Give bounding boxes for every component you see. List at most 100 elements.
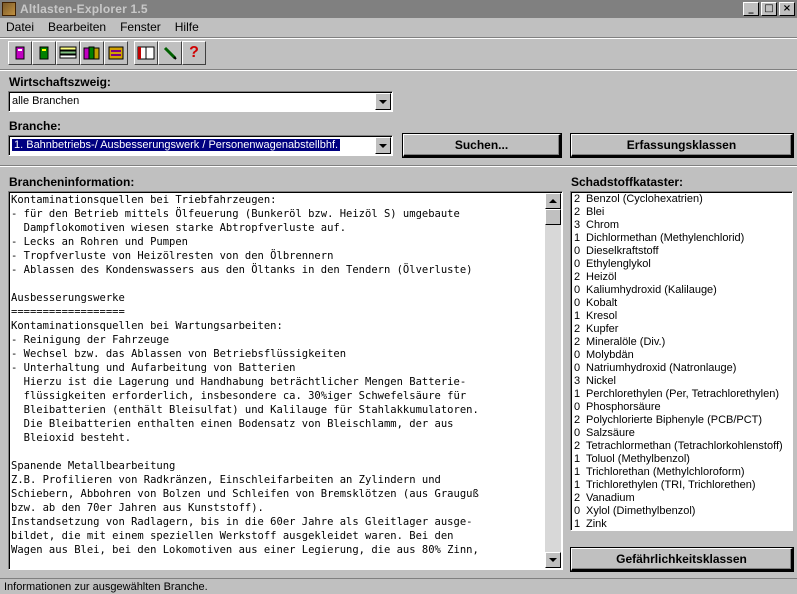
schadstoff-item[interactable]: 0 Salzsäure (574, 427, 783, 440)
erfassungsklassen-button[interactable]: Erfassungsklassen (571, 134, 793, 157)
schadstoff-name: Nickel (586, 375, 616, 387)
schadstoff-class: 1 (574, 388, 581, 400)
schadstoff-item[interactable]: 0 Kobalt (574, 297, 783, 310)
db-multi-button[interactable] (80, 41, 104, 65)
schadstoff-item[interactable]: 2 Kupfer (574, 323, 783, 336)
schadstoff-item[interactable]: 3 Nickel (574, 375, 783, 388)
schadstoff-name: Mineralöle (Div.) (586, 336, 666, 348)
book-icon (137, 46, 155, 60)
info-line: ================== (11, 306, 125, 318)
info-line: Kontaminationsquellen bei Triebfahrzeuge… (11, 194, 277, 206)
arrow-up-icon (549, 199, 557, 203)
schadstoff-class: 1 (574, 232, 581, 244)
info-line: Z.B. Profilieren von Radkränzen, Einschl… (11, 474, 441, 486)
schadstoff-item[interactable]: 1 Zink (574, 518, 783, 530)
schadstoff-name: Polychlorierte Biphenyle (PCB/PCT) (586, 414, 763, 426)
info-line: Wagen aus Blei, bei den Lokomotiven aus … (11, 544, 479, 556)
info-line: Hierzu ist die Lagerung und Handhabung b… (11, 376, 467, 388)
info-line: - Tropfverluste von Heizölresten von den… (11, 250, 334, 262)
db-green-button[interactable] (32, 41, 56, 65)
info-line: Die Bleibatterien enthalten einen Bodens… (11, 418, 454, 430)
help-icon: ? (189, 44, 199, 61)
close-button[interactable]: × (779, 2, 795, 16)
schadstoff-class: 0 (574, 297, 581, 309)
db-pink-button[interactable] (8, 41, 32, 65)
menu-fenster[interactable]: Fenster (112, 19, 167, 37)
branche-combo[interactable]: 1. Bahnbetriebs-/ Ausbesserungswerk / Pe… (8, 135, 393, 156)
schadstoff-item[interactable]: 2 Heizöl (574, 271, 783, 284)
info-line: bzw. ab den 70er Jahren aus Kunststoff). (11, 502, 264, 514)
book-button[interactable] (134, 41, 158, 65)
menu-bearbeiten[interactable]: Bearbeiten (40, 19, 112, 37)
schadstoff-class: 2 (574, 440, 581, 452)
schadstoff-item[interactable]: 0 Natriumhydroxid (Natronlauge) (574, 362, 783, 375)
gefaehrlichkeitsklassen-button[interactable]: Gefährlichkeitsklassen (571, 548, 793, 571)
schadstoff-item[interactable]: 1 Trichlorethan (Methylchloroform) (574, 466, 783, 479)
wirtschaftszweig-dropdown-button[interactable] (375, 93, 391, 110)
schadstoff-item[interactable]: 0 Molybdän (574, 349, 783, 362)
schadstoff-item[interactable]: 2 Vanadium (574, 492, 783, 505)
app-icon (2, 2, 16, 16)
schadstoff-class: 2 (574, 414, 581, 426)
pen-button[interactable] (158, 41, 182, 65)
schadstoff-item[interactable]: 1 Perchlorethylen (Per, Tetrachlorethylen… (574, 388, 783, 401)
wirtschaftszweig-label: Wirtschaftszweig: (9, 75, 111, 89)
schadstoff-item[interactable]: 0 Ethylenglykol (574, 258, 783, 271)
scroll-up-button[interactable] (545, 193, 561, 209)
suchen-button[interactable]: Suchen... (403, 134, 561, 157)
db-multi-icon (83, 46, 100, 60)
schadstoff-item[interactable]: 3 Chrom (574, 219, 783, 232)
info-line: - Wechsel bzw. das Ablassen von Betriebs… (11, 348, 347, 360)
list-stack-button[interactable] (56, 41, 80, 65)
schadstoffkataster-label: Schadstoffkataster: (571, 175, 684, 189)
schadstoff-item[interactable]: 0 Dieselkraftstoff (574, 245, 783, 258)
info-line: Bleibatterien (enthält Bleisulfat) und K… (11, 404, 479, 416)
schadstoffkataster-list[interactable]: 2 Benzol (Cyclohexatrien) 2 Blei 3 Chrom 1 Dich… (570, 191, 793, 531)
schadstoff-item[interactable]: 2 Benzol (Cyclohexatrien) (574, 193, 783, 206)
schadstoff-item[interactable]: 2 Mineralöle (Div.) (574, 336, 783, 349)
menu-hilfe[interactable]: Hilfe (167, 19, 205, 37)
schadstoff-name: Ethylenglykol (586, 258, 651, 270)
schadstoff-name: Tetrachlormethan (Tetrachlorkohlenstoff) (586, 440, 783, 452)
minimize-button[interactable]: _ (743, 2, 759, 16)
db-gold-button[interactable] (104, 41, 128, 65)
schadstoff-class: 0 (574, 349, 581, 361)
schadstoff-name: Kupfer (586, 323, 619, 335)
schadstoff-item[interactable]: 0 Kaliumhydroxid (Kalilauge) (574, 284, 783, 297)
schadstoff-item[interactable]: 2 Blei (574, 206, 783, 219)
schadstoff-name: Perchlorethylen (Per, Tetrachlorethylen) (586, 388, 780, 400)
scroll-down-button[interactable] (545, 552, 561, 568)
db-gold-icon (108, 46, 124, 60)
brancheninfo-textbox[interactable]: Kontaminationsquellen bei Triebfahrzeuge… (8, 191, 563, 570)
chevron-down-icon (379, 99, 387, 104)
menu-separator (0, 37, 797, 39)
title-bar: Altlasten-Explorer 1.5 _ □ × (0, 0, 797, 18)
help-button[interactable]: ? (182, 41, 206, 65)
schadstoff-item[interactable]: 1 Dichlormethan (Methylenchlorid) (574, 232, 783, 245)
schadstoff-item[interactable]: 1 Trichlorethylen (TRI, Trichlorethen) (574, 479, 783, 492)
wirtschaftszweig-combo[interactable]: alle Branchen (8, 91, 393, 112)
schadstoff-class: 0 (574, 401, 581, 413)
schadstoff-item[interactable]: 0 Phosphorsäure (574, 401, 783, 414)
schadstoff-class: 2 (574, 336, 581, 348)
schadstoff-item[interactable]: 2 Polychlorierte Biphenyle (PCB/PCT) (574, 414, 783, 427)
schadstoff-item[interactable]: 2 Tetrachlormethan (Tetrachlorkohlenstoff… (574, 440, 783, 453)
info-line (11, 277, 544, 291)
schadstoff-name: Dieselkraftstoff (586, 245, 659, 257)
branche-dropdown-button[interactable] (375, 137, 391, 154)
schadstoff-class: 2 (574, 206, 581, 218)
maximize-button[interactable]: □ (761, 2, 777, 16)
schadstoff-item[interactable]: 0 Xylol (Dimethylbenzol) (574, 505, 783, 518)
info-line: - für den Betrieb mittels Ölfeuerung (Bu… (11, 208, 460, 220)
schadstoff-class: 2 (574, 323, 581, 335)
info-line: Dampflokomotiven wiesen starke Abtropfve… (11, 222, 347, 234)
schadstoff-class: 1 (574, 466, 581, 478)
info-line: flüssigkeiten erforderlich, insbesondere… (11, 390, 467, 402)
schadstoff-item[interactable]: 1 Toluol (Methylbenzol) (574, 453, 783, 466)
schadstoff-name: Vanadium (586, 492, 635, 504)
menu-datei[interactable]: Datei (0, 19, 40, 37)
schadstoff-name: Dichlormethan (Methylenchlorid) (586, 232, 745, 244)
brancheninfo-scrollbar[interactable] (545, 193, 561, 568)
scroll-thumb[interactable] (545, 209, 561, 225)
schadstoff-item[interactable]: 1 Kresol (574, 310, 783, 323)
